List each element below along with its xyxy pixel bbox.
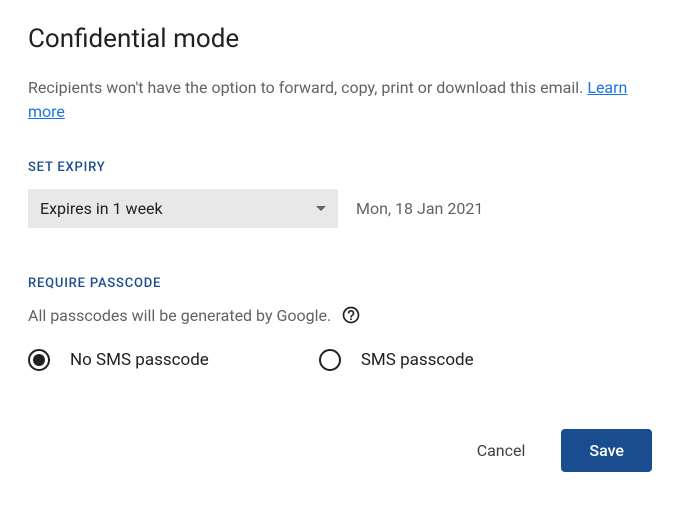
set-expiry-label: SET EXPIRY xyxy=(28,160,652,175)
cancel-button[interactable]: Cancel xyxy=(461,431,542,470)
radio-no-sms-passcode[interactable]: No SMS passcode xyxy=(28,349,209,371)
dialog-buttons: Cancel Save xyxy=(28,429,652,472)
radio-sms-passcode[interactable]: SMS passcode xyxy=(319,349,474,371)
passcode-description-row: All passcodes will be generated by Googl… xyxy=(28,305,652,325)
passcode-description: All passcodes will be generated by Googl… xyxy=(28,306,331,325)
help-icon[interactable] xyxy=(341,305,361,325)
expiry-dropdown[interactable]: Expires in 1 week xyxy=(28,189,338,228)
description-text: Recipients won't have the option to forw… xyxy=(28,78,587,97)
radio-unselected-icon xyxy=(319,349,341,371)
expiry-date-display: Mon, 18 Jan 2021 xyxy=(356,199,483,218)
passcode-radio-group: No SMS passcode SMS passcode xyxy=(28,349,652,371)
expiry-dropdown-value: Expires in 1 week xyxy=(40,199,163,218)
dialog-description: Recipients won't have the option to forw… xyxy=(28,76,652,124)
expiry-row: Expires in 1 week Mon, 18 Jan 2021 xyxy=(28,189,652,228)
dialog-title: Confidential mode xyxy=(28,24,652,54)
save-button[interactable]: Save xyxy=(561,429,652,472)
radio-selected-icon xyxy=(28,349,50,371)
chevron-down-icon xyxy=(316,206,326,211)
require-passcode-label: REQUIRE PASSCODE xyxy=(28,276,652,291)
radio-sms-label: SMS passcode xyxy=(361,350,474,370)
radio-no-sms-label: No SMS passcode xyxy=(70,350,209,370)
